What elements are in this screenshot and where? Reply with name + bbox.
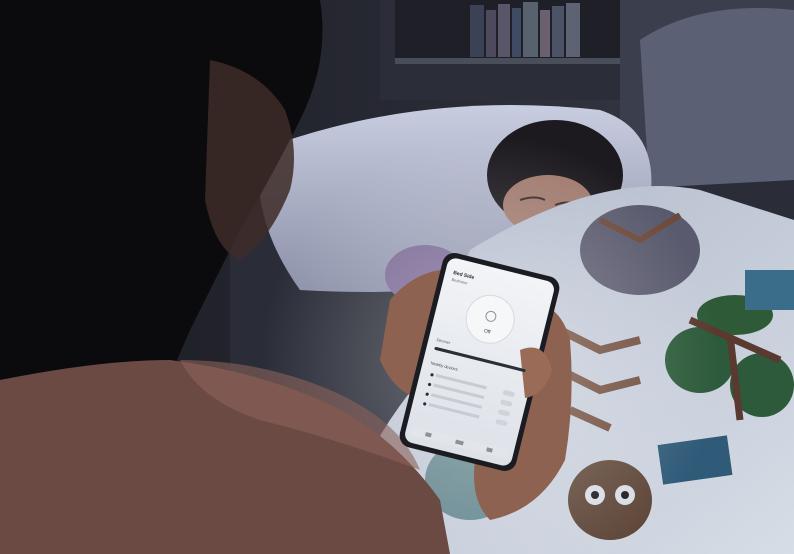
bedroom-scene: [0, 0, 794, 554]
